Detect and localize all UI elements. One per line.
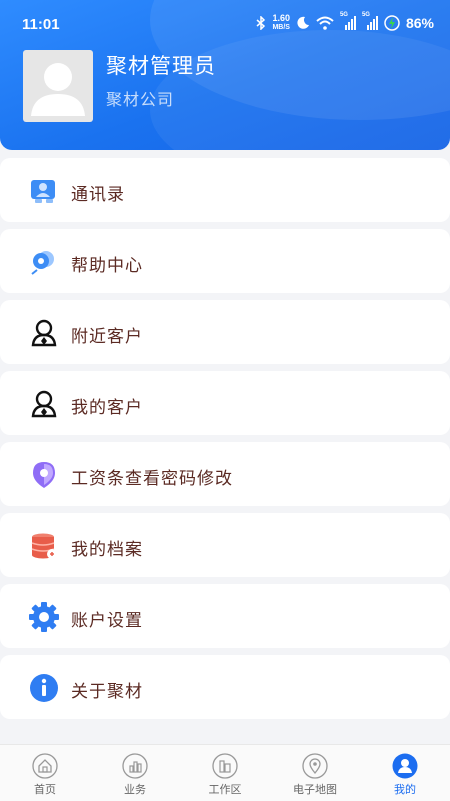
user-name: 聚材管理员 xyxy=(106,55,216,78)
menu-item-label: 账户设置 xyxy=(71,611,143,630)
menu-item-my-archive[interactable]: 我的档案 xyxy=(0,513,450,577)
status-bar: 11:01 1.60 MB/S 5G 5G 86% xyxy=(0,0,450,48)
network-speed: 1.60 MB/S xyxy=(272,14,290,32)
tab-label: 首页 xyxy=(34,784,56,796)
contacts-icon xyxy=(28,175,60,207)
tab-label: 工作区 xyxy=(208,784,242,796)
signal-2-label: 5G xyxy=(361,12,370,18)
signal-icon-1: 5G xyxy=(340,12,356,30)
signal-icon-2: 5G xyxy=(362,12,378,30)
tab-mine[interactable]: 我的 xyxy=(360,745,450,801)
network-speed-unit: MB/S xyxy=(272,24,290,31)
bluetooth-icon xyxy=(256,16,266,30)
menu-item-label: 通讯录 xyxy=(71,185,125,204)
user-company: 聚材公司 xyxy=(106,92,175,109)
user-icon xyxy=(392,753,418,779)
signal-1-label: 5G xyxy=(339,12,348,18)
info-icon xyxy=(28,672,60,704)
menu-item-my-customers[interactable]: 我的客户 xyxy=(0,371,450,435)
wifi-icon xyxy=(316,16,334,30)
menu-item-label: 工资条查看密码修改 xyxy=(71,469,233,488)
workspace-icon xyxy=(212,753,238,779)
help-center-icon xyxy=(28,246,60,278)
menu-item-label: 我的档案 xyxy=(71,540,143,559)
tab-label: 我的 xyxy=(394,784,416,796)
tab-home[interactable]: 首页 xyxy=(0,745,90,801)
network-speed-value: 1.60 xyxy=(272,13,290,23)
battery-level: 86% xyxy=(405,15,434,31)
menu-item-about[interactable]: 关于聚材 xyxy=(0,655,450,719)
my-customer-icon xyxy=(28,388,60,420)
status-icons: 1.60 MB/S 5G 5G 86% xyxy=(256,12,434,32)
menu-item-nearby-customers[interactable]: 附近客户 xyxy=(0,300,450,364)
menu-item-payslip-password[interactable]: 工资条查看密码修改 xyxy=(0,442,450,506)
business-icon xyxy=(122,753,148,779)
battery-charging-icon xyxy=(384,15,400,31)
tab-workspace[interactable]: 工作区 xyxy=(180,745,270,801)
gear-icon xyxy=(28,601,60,633)
menu-item-account-settings[interactable]: 账户设置 xyxy=(0,584,450,648)
menu-item-label: 我的客户 xyxy=(71,398,143,417)
payslip-password-icon xyxy=(28,459,60,491)
tab-business[interactable]: 业务 xyxy=(90,745,180,801)
bottom-tab-bar: 首页 业务 工作区 电子地图 我的 xyxy=(0,744,450,801)
avatar[interactable] xyxy=(23,50,93,122)
menu-item-help-center[interactable]: 帮助中心 xyxy=(0,229,450,293)
profile-header: 11:01 1.60 MB/S 5G 5G 86% 聚材管理员 聚材公司 xyxy=(0,0,450,150)
home-icon xyxy=(32,753,58,779)
archive-icon xyxy=(28,530,60,562)
tab-label: 电子地图 xyxy=(293,784,337,796)
map-pin-icon xyxy=(302,753,328,779)
tab-label: 业务 xyxy=(124,784,146,796)
tab-map[interactable]: 电子地图 xyxy=(270,745,360,801)
menu-item-label: 附近客户 xyxy=(71,327,143,346)
menu-item-label: 帮助中心 xyxy=(71,256,143,275)
status-time: 11:01 xyxy=(22,16,60,33)
menu-item-contacts[interactable]: 通讯录 xyxy=(0,158,450,222)
moon-icon xyxy=(296,16,310,30)
menu-item-label: 关于聚材 xyxy=(71,682,143,701)
nearby-customer-icon xyxy=(28,317,60,349)
